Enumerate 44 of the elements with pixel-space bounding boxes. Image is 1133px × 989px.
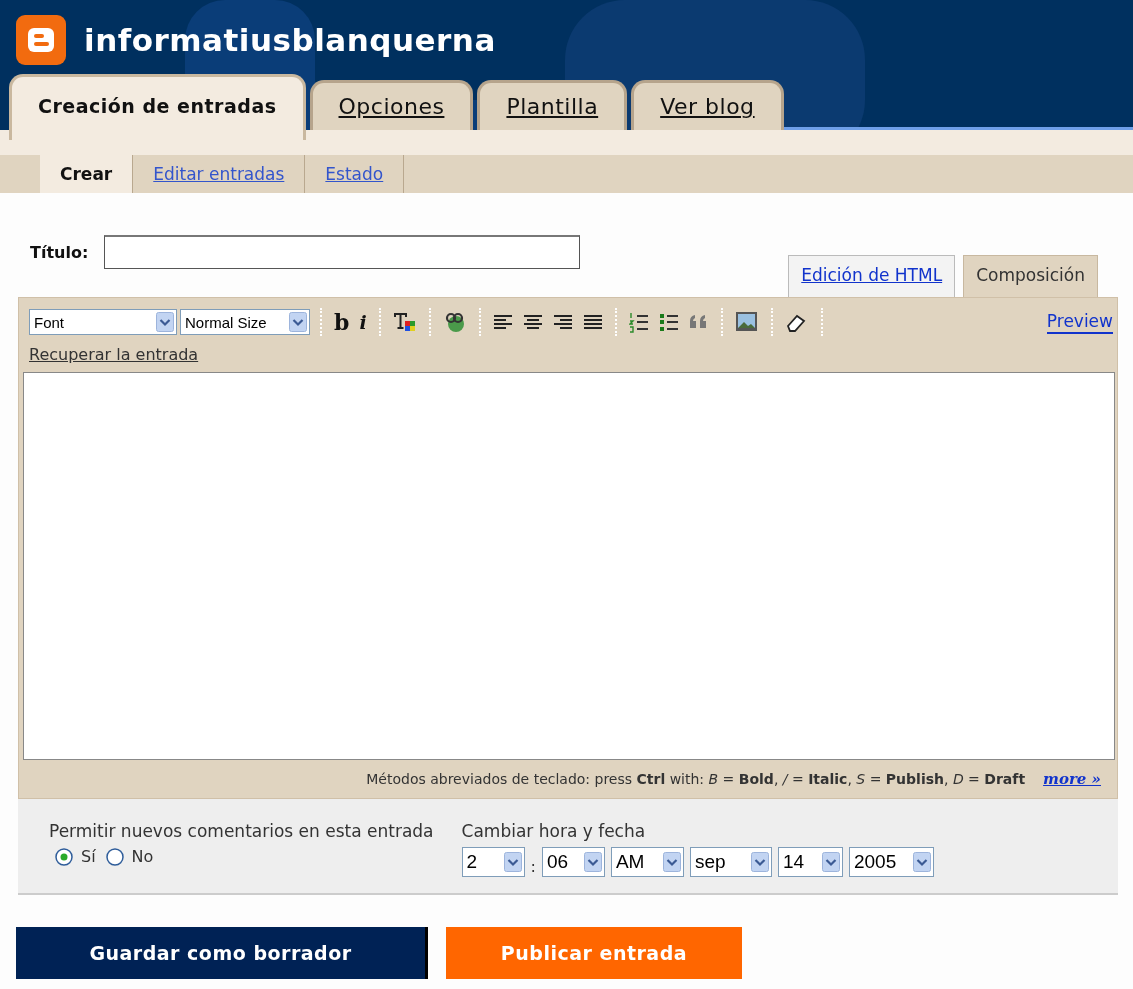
blogger-logo-icon [16, 15, 66, 65]
hour-select[interactable]: 2 [461, 847, 525, 877]
text-color-icon[interactable] [392, 311, 417, 333]
title-field[interactable] [104, 235, 581, 269]
italic-button[interactable]: i [359, 311, 367, 333]
radio-button[interactable] [55, 847, 73, 866]
sub-tab[interactable]: Editar entradas [133, 155, 306, 193]
bold-button[interactable]: b [334, 309, 350, 335]
radio-label: No [131, 847, 154, 866]
nav-tab[interactable]: Plantilla [477, 80, 628, 130]
save-draft-button[interactable]: Guardar como borrador [16, 927, 428, 979]
align-center-icon[interactable] [522, 313, 543, 331]
blog-title: informatiusblanquerna [84, 22, 496, 58]
numbered-list-icon[interactable] [628, 311, 649, 333]
minute-select[interactable]: 06 [541, 847, 605, 877]
more-link[interactable]: more » [1043, 770, 1101, 788]
align-justify-icon[interactable] [582, 313, 603, 331]
comments-label: Permitir nuevos comentarios en esta entrada [49, 821, 434, 841]
nav-tab[interactable]: Creación de entradas [9, 74, 306, 140]
align-left-icon[interactable] [492, 313, 513, 331]
keyboard-shortcuts-text: Métodos abreviados de teclado: press Ctrl with: B = Bold, / = Italic, S = Publish, D = Draft [366, 771, 1026, 787]
editor-mode-tab[interactable]: Edición de HTML [788, 255, 956, 297]
time-separator: : [530, 855, 536, 876]
year-select[interactable]: 2005 [848, 847, 934, 877]
radio-button[interactable] [105, 847, 124, 866]
radio-label: Sí [81, 847, 96, 866]
font-select[interactable]: Font [29, 309, 177, 335]
title-label: Título: [30, 242, 89, 262]
ampm-select[interactable]: AM [610, 847, 684, 877]
preview-link[interactable]: Preview [1046, 310, 1113, 334]
month-select[interactable]: sep [689, 847, 772, 877]
size-select[interactable]: Normal Size [180, 309, 310, 335]
nav-tab[interactable]: Opciones [309, 80, 474, 130]
editor-mode-tab[interactable]: Composición [963, 255, 1098, 297]
sub-tab[interactable]: Crear [40, 155, 134, 193]
bullet-list-icon[interactable] [658, 311, 679, 333]
sub-tab[interactable]: Estado [305, 155, 405, 193]
day-select[interactable]: 14 [777, 847, 843, 877]
image-icon[interactable] [734, 311, 759, 333]
align-right-icon[interactable] [552, 313, 573, 331]
datetime-label: Cambiar hora y fecha [461, 821, 647, 841]
recover-post-link[interactable]: Recuperar la entrada [29, 345, 199, 364]
nav-tab[interactable]: Ver blog [631, 80, 784, 130]
quote-icon[interactable] [688, 313, 709, 331]
